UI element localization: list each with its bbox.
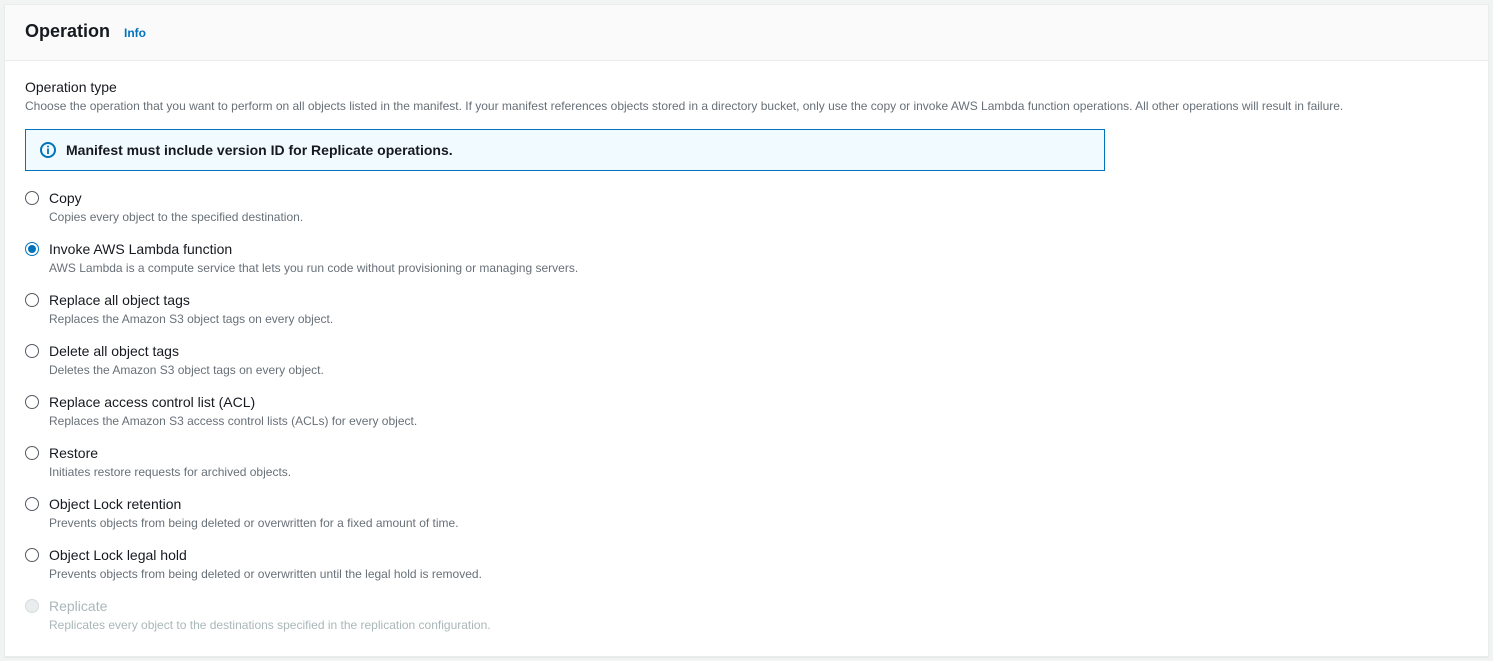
radio-option[interactable]: Replace access control list (ACL) Replace… — [25, 393, 1468, 430]
radio-label: Restore — [49, 444, 291, 462]
radio-label: Delete all object tags — [49, 342, 324, 360]
radio-label: Invoke AWS Lambda function — [49, 240, 578, 258]
radio-option[interactable]: Invoke AWS Lambda function AWS Lambda is … — [25, 240, 1468, 277]
radio-option[interactable]: Object Lock retention Prevents objects fr… — [25, 495, 1468, 532]
radio-content: Restore Initiates restore requests for ar… — [49, 444, 291, 481]
panel-header: Operation Info — [5, 5, 1488, 61]
alert-message: Manifest must include version ID for Rep… — [66, 142, 453, 158]
radio-input[interactable] — [25, 446, 39, 460]
operation-panel: Operation Info Operation type Choose the… — [4, 4, 1489, 657]
radio-content: Object Lock legal hold Prevents objects f… — [49, 546, 482, 583]
radio-description: Initiates restore requests for archived … — [49, 464, 291, 481]
radio-option: Replicate Replicates every object to the … — [25, 597, 1468, 634]
radio-input[interactable] — [25, 191, 39, 205]
radio-input[interactable] — [25, 242, 39, 256]
radio-description: Copies every object to the specified des… — [49, 209, 303, 226]
radio-content: Object Lock retention Prevents objects fr… — [49, 495, 459, 532]
radio-description: Replaces the Amazon S3 access control li… — [49, 413, 417, 430]
radio-option[interactable]: Restore Initiates restore requests for ar… — [25, 444, 1468, 481]
radio-label: Replace all object tags — [49, 291, 333, 309]
section-label: Operation type — [25, 79, 1468, 95]
info-alert: Manifest must include version ID for Rep… — [25, 129, 1105, 171]
radio-description: AWS Lambda is a compute service that let… — [49, 260, 578, 277]
panel-body: Operation type Choose the operation that… — [5, 61, 1488, 656]
radio-input[interactable] — [25, 497, 39, 511]
radio-content: Replace all object tags Replaces the Amaz… — [49, 291, 333, 328]
radio-input[interactable] — [25, 548, 39, 562]
radio-label: Object Lock legal hold — [49, 546, 482, 564]
info-link[interactable]: Info — [124, 26, 146, 40]
radio-option[interactable]: Object Lock legal hold Prevents objects f… — [25, 546, 1468, 583]
radio-description: Replaces the Amazon S3 object tags on ev… — [49, 311, 333, 328]
info-icon — [40, 142, 56, 158]
radio-description: Deletes the Amazon S3 object tags on eve… — [49, 362, 324, 379]
section-description: Choose the operation that you want to pe… — [25, 97, 1468, 115]
radio-content: Delete all object tags Deletes the Amazon… — [49, 342, 324, 379]
radio-label: Object Lock retention — [49, 495, 459, 513]
radio-label: Copy — [49, 189, 303, 207]
radio-content: Replicate Replicates every object to the … — [49, 597, 491, 634]
radio-label: Replicate — [49, 597, 491, 615]
radio-content: Copy Copies every object to the specified… — [49, 189, 303, 226]
radio-description: Replicates every object to the destinati… — [49, 617, 491, 634]
radio-input[interactable] — [25, 395, 39, 409]
radio-option[interactable]: Delete all object tags Deletes the Amazon… — [25, 342, 1468, 379]
radio-content: Invoke AWS Lambda function AWS Lambda is … — [49, 240, 578, 277]
radio-description: Prevents objects from being deleted or o… — [49, 515, 459, 532]
radio-option[interactable]: Replace all object tags Replaces the Amaz… — [25, 291, 1468, 328]
radio-input — [25, 599, 39, 613]
operation-type-group: Copy Copies every object to the specified… — [25, 189, 1468, 634]
radio-description: Prevents objects from being deleted or o… — [49, 566, 482, 583]
panel-title: Operation — [25, 21, 110, 42]
radio-option[interactable]: Copy Copies every object to the specified… — [25, 189, 1468, 226]
radio-label: Replace access control list (ACL) — [49, 393, 417, 411]
radio-input[interactable] — [25, 344, 39, 358]
radio-content: Replace access control list (ACL) Replace… — [49, 393, 417, 430]
radio-input[interactable] — [25, 293, 39, 307]
